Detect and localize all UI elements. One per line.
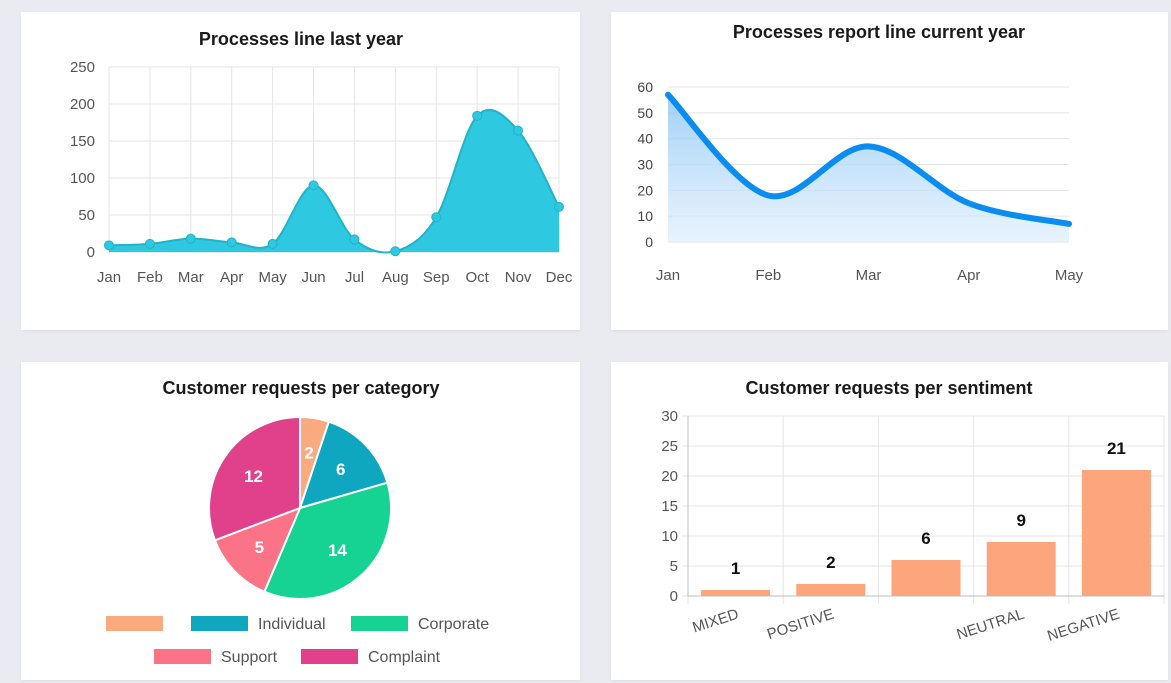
data-point [554, 201, 564, 212]
data-point [104, 240, 114, 251]
y-tick-label: 200 [70, 96, 95, 113]
requests-per-sentiment-chart: Customer requests per sentiment 1 2 6 9 21 0… [661, 378, 1165, 645]
processes-current-year-chart: Processes report line current year 0 10 20… [637, 22, 1084, 284]
data-point [431, 212, 442, 223]
slice-value-label: 12 [244, 467, 263, 486]
data-point [513, 125, 524, 136]
requests-per-category-card: Customer requests per category 2 6 14 5 12 I… [21, 362, 580, 680]
x-tick-label: Jun [301, 269, 325, 286]
legend-swatch [301, 649, 358, 664]
x-tick-label: May [1055, 267, 1084, 284]
bar [1081, 470, 1151, 596]
x-tick-label: NEGATIVE [1045, 606, 1121, 645]
y-tick-label: 30 [661, 408, 678, 425]
legend-label: Support [221, 649, 278, 666]
chart-title: Processes line last year [199, 29, 403, 49]
x-tick-label: POSITIVE [765, 606, 836, 644]
bar-value-label: 1 [731, 559, 740, 578]
y-tick-label: 0 [87, 244, 95, 261]
legend-swatch [106, 616, 163, 631]
data-point [185, 233, 196, 244]
x-tick-label: Dec [546, 269, 573, 286]
x-tick-label: Sep [423, 269, 450, 286]
processes-current-year-card: Processes report line current year 0 10 20… [611, 12, 1168, 330]
slice-value-label: 6 [336, 460, 345, 479]
y-tick-label: 25 [661, 438, 678, 455]
slice-value-label: 14 [328, 541, 347, 560]
legend-swatch [351, 616, 408, 631]
area-fill [109, 109, 559, 253]
y-tick-label: 50 [637, 105, 653, 121]
y-tick-label: 10 [661, 528, 678, 545]
y-tick-label: 60 [637, 79, 653, 95]
data-point [472, 110, 483, 121]
processes-last-year-card: Processes line last year 0 50 100 150 200 250… [21, 12, 580, 330]
data-point [144, 238, 155, 249]
bar-value-label: 6 [921, 529, 930, 548]
y-tick-label: 0 [670, 588, 678, 605]
y-tick-label: 15 [661, 498, 678, 515]
x-tick-label: MIXED [690, 606, 741, 637]
bar [701, 590, 771, 596]
bar-value-label: 9 [1016, 511, 1025, 530]
requests-per-category-chart: Customer requests per category 2 6 14 5 12 I… [106, 378, 489, 666]
x-tick-label: Feb [137, 269, 163, 286]
y-tick-label: 100 [70, 170, 95, 187]
x-tick-label: Mar [856, 267, 882, 284]
bar [986, 542, 1056, 596]
legend-swatch [154, 649, 211, 664]
bar-value-label: 21 [1107, 439, 1126, 458]
data-point [267, 238, 278, 249]
processes-last-year-chart: Processes line last year 0 50 100 150 200 250… [70, 29, 573, 286]
requests-per-sentiment-card: Customer requests per sentiment 1 2 6 9 21 0… [611, 362, 1168, 680]
y-tick-label: 0 [645, 234, 653, 250]
slice-value-label: 2 [304, 443, 313, 462]
y-tick-label: 30 [637, 157, 653, 173]
x-tick-label: Jan [656, 267, 680, 284]
y-tick-label: 50 [78, 207, 95, 224]
data-point [308, 180, 319, 191]
data-point [390, 246, 401, 257]
slice-value-label: 5 [255, 538, 264, 557]
chart-title: Customer requests per category [162, 378, 439, 398]
legend-swatch [191, 616, 248, 631]
bar [891, 560, 961, 596]
bar [796, 584, 866, 596]
x-tick-label: NEUTRAL [955, 606, 1027, 644]
y-tick-label: 5 [670, 558, 678, 575]
legend-label: Complaint [368, 649, 441, 666]
y-tick-label: 40 [637, 131, 653, 147]
y-tick-label: 20 [637, 182, 653, 198]
data-point [349, 234, 360, 245]
x-tick-label: Apr [220, 269, 243, 286]
legend-label: Individual [258, 616, 326, 633]
legend-label: Corporate [418, 616, 489, 633]
y-tick-label: 20 [661, 468, 678, 485]
x-tick-label: Feb [755, 267, 781, 284]
x-tick-label: Aug [382, 269, 409, 286]
data-point [226, 237, 237, 248]
x-tick-label: May [258, 269, 287, 286]
x-tick-label: Nov [505, 269, 532, 286]
y-tick-label: 250 [70, 59, 95, 76]
x-tick-label: Oct [466, 269, 490, 286]
bar-value-label: 2 [826, 553, 835, 572]
x-tick-label: Jan [97, 269, 121, 286]
x-tick-label: Mar [178, 269, 204, 286]
x-tick-label: Jul [345, 269, 364, 286]
chart-title: Processes report line current year [733, 22, 1025, 42]
chart-title: Customer requests per sentiment [745, 378, 1032, 398]
y-tick-label: 10 [637, 208, 653, 224]
x-tick-label: Apr [957, 267, 980, 284]
y-tick-label: 150 [70, 133, 95, 150]
